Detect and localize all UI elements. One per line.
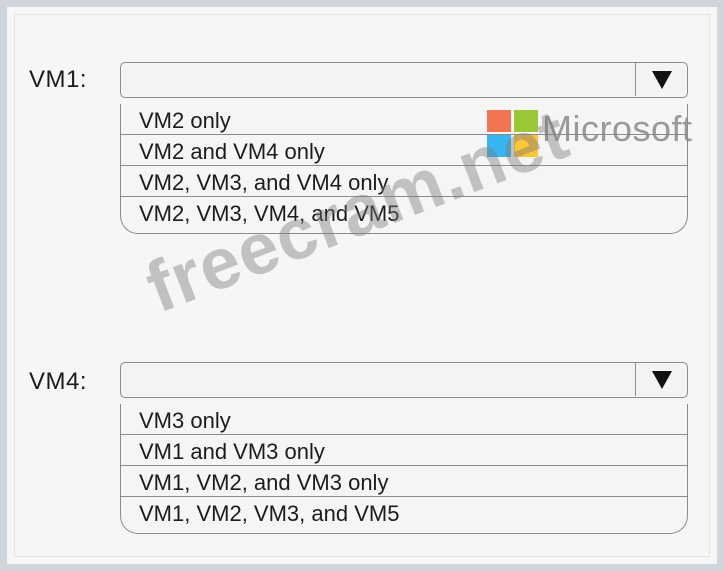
vm4-option-4[interactable]: VM1, VM2, VM3, and VM5 bbox=[121, 497, 687, 533]
vm4-option-1[interactable]: VM3 only bbox=[121, 404, 687, 435]
vm1-label: VM1: bbox=[29, 66, 88, 93]
vm1-dropdown-arrow-button[interactable] bbox=[635, 63, 687, 96]
triangle-down-icon bbox=[651, 370, 672, 389]
vm4-label: VM4: bbox=[29, 368, 88, 395]
vm4-option-2[interactable]: VM1 and VM3 only bbox=[121, 435, 687, 466]
triangle-down-icon bbox=[651, 70, 672, 89]
vm4-options-list: VM3 only VM1 and VM3 only VM1, VM2, and … bbox=[120, 404, 688, 534]
vm1-select-bar[interactable] bbox=[120, 62, 688, 98]
vm4-dropdown-arrow-button[interactable] bbox=[635, 363, 687, 396]
vm4-option-3[interactable]: VM1, VM2, and VM3 only bbox=[121, 466, 687, 497]
vm4-select-bar[interactable] bbox=[120, 362, 688, 398]
